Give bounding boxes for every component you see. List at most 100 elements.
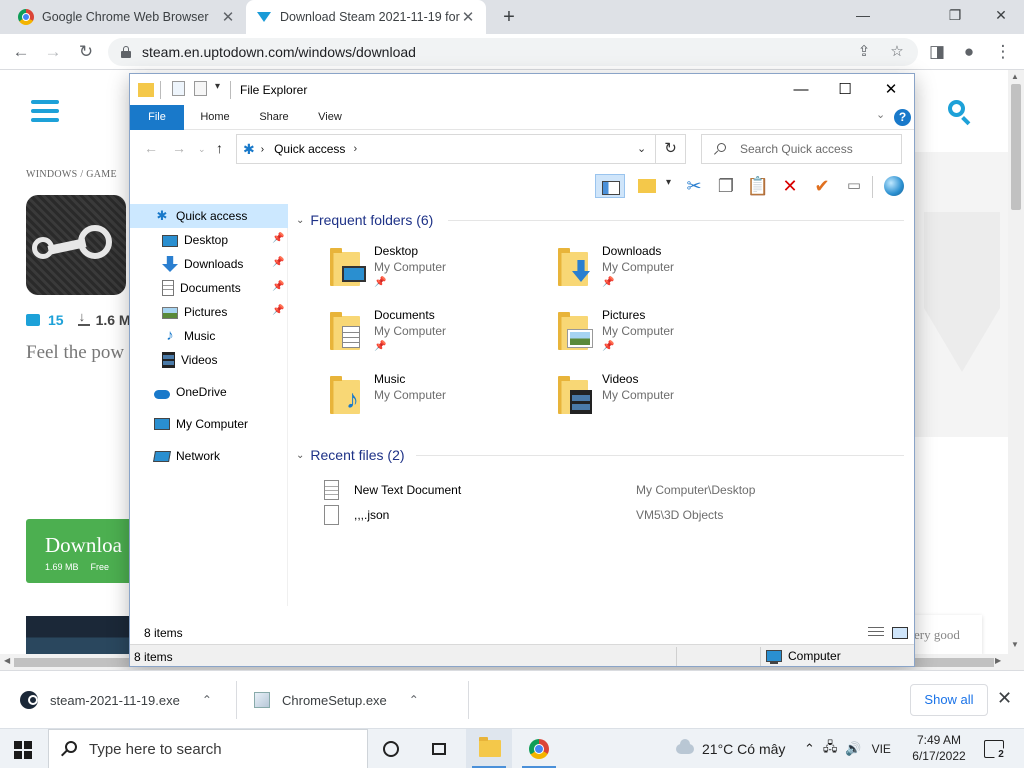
back-button[interactable]: ← (8, 39, 34, 65)
nav-item-downloads[interactable]: Downloads 📌 (130, 252, 288, 276)
cortana-icon[interactable] (383, 741, 399, 757)
task-view-icon[interactable] (430, 740, 448, 758)
folder-tile-downloads[interactable]: Downloads My Computer 📌 (558, 242, 778, 300)
explorer-title-bar[interactable]: ▾ File Explorer — ☐ ✕ (130, 74, 914, 105)
explorer-back-button[interactable]: ← (144, 140, 158, 156)
network-globe-icon[interactable] (882, 174, 906, 198)
address-bar[interactable]: steam.en.uptodown.com/windows/download ⇪… (108, 38, 918, 66)
taskbar-clock[interactable]: 7:49 AM 6/17/2022 (906, 732, 972, 764)
close-downloads-icon[interactable]: ✕ (997, 688, 1012, 709)
explorer-close-button[interactable]: ✕ (868, 74, 914, 105)
restore-button[interactable]: ❐ (932, 0, 978, 30)
profile-avatar-icon[interactable]: ● (956, 39, 982, 65)
network-tray-icon[interactable]: 🖧 (823, 738, 838, 760)
scrollbar-thumb[interactable] (1011, 84, 1021, 210)
properties-icon[interactable] (172, 81, 185, 96)
nav-item-videos[interactable]: Videos (130, 348, 288, 372)
file-row-new-text-document[interactable]: New Text Document My Computer\Desktop (324, 477, 904, 502)
reload-button[interactable]: ↻ (73, 39, 99, 65)
folder-tile-videos[interactable]: Videos My Computer (558, 370, 778, 428)
download-item-steam[interactable]: steam-2021-11-19.exe ⌃ (20, 680, 212, 720)
tab-close-icon[interactable]: ✕ (220, 8, 236, 26)
tab-chrome-web-browser[interactable]: Google Chrome Web Browser ✕ (8, 0, 246, 34)
new-tab-button[interactable]: + (498, 6, 520, 28)
hamburger-menu-icon[interactable] (31, 100, 59, 122)
minimize-button[interactable]: — (840, 0, 886, 30)
start-button[interactable] (14, 741, 32, 759)
explorer-minimize-button[interactable]: — (778, 74, 824, 105)
language-indicator[interactable]: VIE (872, 742, 891, 756)
scroll-down-icon[interactable]: ▼ (1011, 640, 1019, 649)
explorer-search-box[interactable]: Search Quick access (701, 134, 902, 164)
paste-icon[interactable]: 📋 (746, 174, 770, 198)
ribbon-tab-home[interactable]: Home (190, 105, 240, 130)
side-panel-icon[interactable]: ◨ (924, 39, 950, 65)
expand-ribbon-icon[interactable]: ⌄ (876, 108, 885, 121)
page-search-icon[interactable] (948, 100, 974, 126)
address-location[interactable]: Quick access (274, 142, 345, 156)
download-button[interactable]: Downloa 1.69 MB Free (26, 519, 136, 583)
nav-item-network[interactable]: Network (130, 444, 288, 468)
folder-tile-desktop[interactable]: Desktop My Computer 📌 (330, 242, 550, 300)
ribbon-tab-view[interactable]: View (306, 105, 354, 130)
properties-card-icon[interactable]: ▭ (842, 174, 866, 198)
taskbar-search-box[interactable]: Type here to search (48, 729, 368, 768)
pin-icon[interactable]: 📌 (272, 281, 284, 292)
scroll-left-icon[interactable]: ◀ (4, 656, 10, 665)
pin-icon[interactable]: 📌 (272, 305, 284, 316)
folder-tile-documents[interactable]: Documents My Computer 📌 (330, 306, 550, 364)
large-icons-view-icon[interactable] (892, 627, 908, 639)
new-folder-icon[interactable] (194, 81, 207, 96)
explorer-maximize-button[interactable]: ☐ (822, 74, 868, 105)
nav-item-desktop[interactable]: Desktop 📌 (130, 228, 288, 252)
nav-item-pictures[interactable]: Pictures 📌 (130, 300, 288, 324)
collapse-chevron-icon[interactable]: ⌄ (296, 450, 304, 461)
download-item-chromesetup[interactable]: ChromeSetup.exe ⌃ (254, 680, 419, 720)
navigation-pane-button[interactable] (595, 174, 625, 198)
explorer-forward-button[interactable]: → (172, 140, 186, 156)
help-icon[interactable]: ? (894, 109, 911, 126)
share-icon[interactable]: ⇪ (852, 40, 876, 64)
show-hidden-icons-chevron[interactable]: ⌃ (804, 741, 815, 757)
folder-tile-music[interactable]: ♪ Music My Computer (330, 370, 550, 428)
refresh-button[interactable]: ↻ (656, 134, 686, 164)
page-vertical-scrollbar[interactable]: ▲ ▼ (1008, 70, 1024, 670)
frequent-folders-header[interactable]: ⌄ Frequent folders (6) (296, 210, 433, 230)
folder-tile-pictures[interactable]: Pictures My Computer 📌 (558, 306, 778, 364)
ribbon-tab-file[interactable]: File (130, 105, 184, 130)
menu-kebab-icon[interactable]: ⋮ (990, 39, 1016, 65)
nav-item-music[interactable]: ♪ Music (130, 324, 288, 348)
taskbar-file-explorer[interactable] (466, 729, 512, 768)
show-all-button[interactable]: Show all (910, 684, 988, 716)
explorer-address-bar[interactable]: ✱ › Quick access › ⌄ (236, 134, 656, 164)
nav-item-my-computer[interactable]: My Computer (130, 412, 288, 436)
breadcrumb-chevron-icon[interactable]: › (261, 144, 264, 155)
cut-icon[interactable]: ✂ (682, 174, 706, 198)
recent-files-header[interactable]: ⌄ Recent files (2) (296, 445, 405, 465)
collapse-chevron-icon[interactable]: ⌄ (296, 215, 304, 226)
close-window-button[interactable]: ✕ (978, 0, 1024, 30)
rename-check-icon[interactable]: ✔ (810, 174, 834, 198)
scroll-up-icon[interactable]: ▲ (1011, 72, 1019, 81)
taskbar-chrome[interactable] (516, 729, 562, 768)
up-folder-button[interactable]: ↑ (216, 140, 223, 156)
ribbon-tab-share[interactable]: Share (248, 105, 300, 130)
pin-icon[interactable]: 📌 (272, 257, 284, 268)
volume-icon[interactable]: 🔊 (845, 741, 861, 757)
tab-download-steam[interactable]: Download Steam 2021-11-19 for ✕ (246, 0, 486, 34)
forward-button[interactable]: → (40, 39, 66, 65)
breadcrumb[interactable]: WINDOWS / GAME (26, 169, 117, 180)
breadcrumb-chevron-icon[interactable]: › (353, 143, 357, 155)
weather-widget[interactable]: 21°C Có mây (676, 729, 785, 768)
delete-icon[interactable]: ✕ (778, 174, 802, 198)
recent-locations-icon[interactable]: ⌄ (198, 144, 206, 155)
chevron-up-icon[interactable]: ⌃ (202, 693, 212, 707)
details-view-icon[interactable] (868, 627, 884, 639)
chevron-up-icon[interactable]: ⌃ (409, 693, 419, 707)
address-dropdown-icon[interactable]: ⌄ (637, 142, 646, 155)
nav-item-onedrive[interactable]: OneDrive (130, 380, 288, 404)
customize-qat-icon[interactable]: ▾ (215, 81, 220, 99)
tab-close-icon[interactable]: ✕ (460, 8, 476, 26)
copy-icon[interactable]: ❐ (714, 174, 738, 198)
bookmark-star-icon[interactable]: ☆ (885, 40, 909, 64)
